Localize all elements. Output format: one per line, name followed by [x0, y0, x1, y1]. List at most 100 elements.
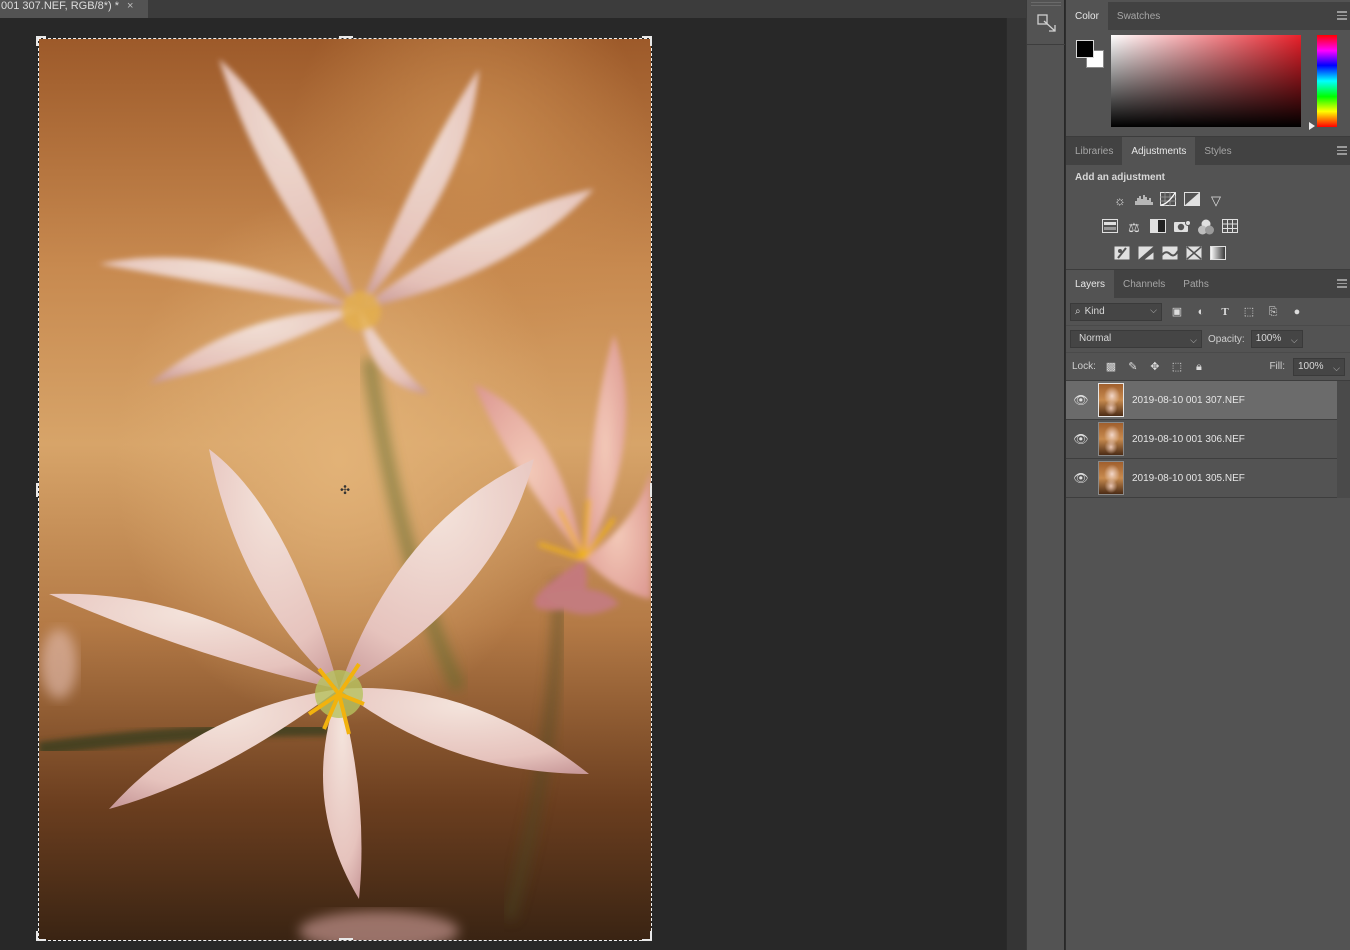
- adjustment-layer-filter-icon[interactable]: ◐: [1192, 303, 1210, 321]
- chevron-down-icon[interactable]: ⌵: [1291, 332, 1298, 348]
- eye-icon[interactable]: 👁︎: [1066, 471, 1096, 485]
- adjustment-row-1: ☼ ▽: [1066, 187, 1350, 214]
- layer-name[interactable]: 2019-08-10 001 307.NEF: [1132, 395, 1245, 406]
- tab-color[interactable]: Color: [1066, 2, 1108, 30]
- layer-name[interactable]: 2019-08-10 001 306.NEF: [1132, 434, 1245, 445]
- transform-handle-bottom-left[interactable]: [36, 931, 46, 941]
- hue-slider[interactable]: [1317, 35, 1337, 127]
- lock-all-icon[interactable]: 🔒︎: [1192, 358, 1206, 376]
- layers-panel-tabs: Layers Channels Paths: [1066, 270, 1350, 298]
- lock-image-pixels-icon[interactable]: ✎: [1126, 358, 1140, 376]
- hue-saturation-icon[interactable]: [1101, 218, 1119, 237]
- search-icon: ⌕: [1075, 306, 1081, 317]
- color-panel-body: [1066, 30, 1350, 134]
- lock-artboard-icon[interactable]: ⬚: [1170, 358, 1184, 376]
- reference-point-icon[interactable]: ✣: [339, 484, 351, 496]
- dock-separator: [1027, 44, 1065, 45]
- posterize-icon[interactable]: [1137, 245, 1155, 264]
- hue-slider-marker[interactable]: [1309, 122, 1315, 130]
- adjustment-row-3: [1066, 241, 1350, 268]
- layer-thumbnail: [1098, 422, 1124, 456]
- transform-handle-top-right[interactable]: [642, 36, 652, 46]
- panel-menu-icon[interactable]: [1337, 11, 1347, 20]
- foreground-color-swatch[interactable]: [1076, 40, 1094, 58]
- tab-adjustments[interactable]: Adjustments: [1122, 137, 1196, 165]
- fill-value: 100%: [1298, 360, 1324, 372]
- tab-libraries[interactable]: Libraries: [1066, 137, 1122, 165]
- opacity-field[interactable]: 100% ⌵: [1250, 330, 1303, 348]
- brightness-contrast-icon[interactable]: ☼: [1111, 192, 1129, 210]
- curves-icon[interactable]: [1159, 191, 1177, 210]
- pixel-layer-filter-icon[interactable]: ▣: [1168, 303, 1186, 321]
- vibrance-icon[interactable]: ▽: [1207, 192, 1225, 210]
- chevron-down-icon: ⌵: [1190, 335, 1197, 345]
- black-white-icon[interactable]: [1149, 218, 1167, 237]
- panel-menu-icon[interactable]: [1337, 146, 1347, 155]
- threshold-icon[interactable]: [1161, 246, 1179, 264]
- filter-toggle-icon[interactable]: ●: [1288, 303, 1306, 321]
- channel-mixer-icon[interactable]: [1197, 219, 1215, 237]
- tab-styles[interactable]: Styles: [1195, 137, 1240, 165]
- lock-options-row: Lock: ▩ ✎ ✥ ⬚ 🔒︎ Fill: 100% ⌵: [1066, 353, 1350, 381]
- color-balance-icon[interactable]: ⚖: [1125, 219, 1143, 237]
- photo-filter-icon[interactable]: [1173, 219, 1191, 237]
- lock-label: Lock:: [1072, 361, 1096, 372]
- blend-mode-select[interactable]: Normal ⌵: [1070, 330, 1202, 348]
- properties-icon[interactable]: [1034, 12, 1060, 40]
- exposure-icon[interactable]: [1183, 191, 1201, 210]
- layers-panel: Layers Channels Paths ⌕ Kind ⌵ ▣ ◐ T ⬚ ⎘…: [1066, 269, 1350, 950]
- layer-name[interactable]: 2019-08-10 001 305.NEF: [1132, 473, 1245, 484]
- layer-filter-bar: ⌕ Kind ⌵ ▣ ◐ T ⬚ ⎘ ●: [1066, 298, 1350, 326]
- chevron-down-icon: ⌵: [1150, 304, 1157, 315]
- transform-handle-top[interactable]: [339, 36, 353, 40]
- eye-icon[interactable]: 👁︎: [1066, 432, 1096, 446]
- transform-handle-right[interactable]: [648, 483, 652, 497]
- layer-row[interactable]: 👁︎ 2019-08-10 001 306.NEF: [1066, 420, 1350, 459]
- type-layer-filter-icon[interactable]: T: [1216, 303, 1234, 321]
- tab-channels[interactable]: Channels: [1114, 270, 1174, 298]
- transform-handle-left[interactable]: [36, 483, 40, 497]
- filter-kind-label: Kind: [1084, 306, 1105, 317]
- tab-layers[interactable]: Layers: [1066, 270, 1115, 298]
- transform-handle-bottom-right[interactable]: [642, 931, 652, 941]
- fill-label: Fill:: [1269, 361, 1285, 372]
- panel-menu-icon[interactable]: [1337, 279, 1347, 288]
- layer-list-scroll-edge: [1337, 381, 1350, 498]
- layer-row[interactable]: 👁︎ 2019-08-10 001 305.NEF: [1066, 459, 1350, 498]
- opacity-value: 100%: [1255, 333, 1282, 344]
- adjustments-panel: Libraries Adjustments Styles Add an adju…: [1066, 136, 1350, 266]
- close-icon[interactable]: ×: [127, 0, 133, 12]
- panel-column: Color Swatches Libraries Adjustments Sty…: [1065, 0, 1350, 950]
- shape-layer-filter-icon[interactable]: ⬚: [1240, 303, 1258, 321]
- eye-icon[interactable]: 👁︎: [1066, 393, 1096, 407]
- tab-swatches[interactable]: Swatches: [1108, 2, 1169, 30]
- transform-handle-bottom[interactable]: [339, 936, 353, 940]
- adjustment-row-2: ⚖: [1066, 214, 1350, 241]
- layer-row[interactable]: 👁︎ 2019-08-10 001 307.NEF: [1066, 381, 1350, 420]
- levels-icon[interactable]: [1135, 192, 1153, 210]
- adjustments-panel-tabs: Libraries Adjustments Styles: [1066, 137, 1350, 165]
- layer-thumbnail: [1098, 461, 1124, 495]
- selective-color-icon[interactable]: [1185, 245, 1203, 264]
- gradient-map-icon[interactable]: [1209, 245, 1227, 264]
- tab-paths[interactable]: Paths: [1174, 270, 1218, 298]
- blend-mode-value: Normal: [1079, 333, 1112, 344]
- smart-object-filter-icon[interactable]: ⎘: [1264, 303, 1282, 321]
- fill-field[interactable]: 100% ⌵: [1293, 357, 1345, 376]
- chevron-down-icon[interactable]: ⌵: [1333, 360, 1340, 376]
- document-tab[interactable]: 001 307.NEF, RGB/8*) * ×: [0, 0, 148, 18]
- dock-grip[interactable]: [1031, 2, 1061, 6]
- invert-icon[interactable]: [1113, 246, 1131, 264]
- lock-position-icon[interactable]: ✥: [1148, 358, 1162, 376]
- vertical-scrollbar[interactable]: [1006, 18, 1026, 950]
- transform-handle-top-left[interactable]: [36, 36, 46, 46]
- adjustments-title: Add an adjustment: [1075, 172, 1166, 183]
- lock-transparent-pixels-icon[interactable]: ▩: [1104, 358, 1118, 376]
- document-tab-title: 001 307.NEF, RGB/8*) *: [1, 0, 120, 12]
- color-spectrum-field[interactable]: [1111, 35, 1301, 127]
- color-panel-tabs: Color Swatches: [1066, 2, 1350, 30]
- layer-thumbnail: [1098, 383, 1124, 417]
- filter-kind-select[interactable]: ⌕ Kind ⌵: [1070, 302, 1162, 321]
- color-lookup-icon[interactable]: [1221, 218, 1239, 237]
- opacity-label: Opacity:: [1208, 333, 1245, 345]
